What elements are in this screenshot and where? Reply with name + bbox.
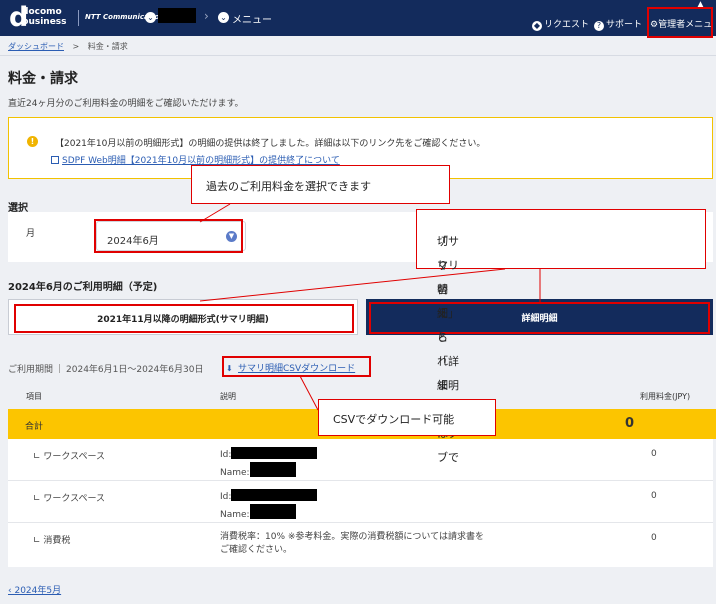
table-body: ∟ ワークスペース Id: Name: 0 ∟ ワークスペース Id: Name… [8, 439, 713, 567]
page-description: 直近24ヶ月分のご利用料金の明細をご確認いただけます。 [8, 99, 244, 109]
notice-text: 【2021年10月以前の明細形式】の明細の提供は終了しました。詳細は以下のリンク… [55, 139, 486, 149]
callout-3-text: CSVでダウンロード可能 [333, 413, 455, 426]
row-item-label: ワークスペース [43, 494, 106, 504]
callout-2-line-2: 切り替えられます。 [437, 235, 458, 416]
header-amount: 利用料金(JPY) [640, 392, 691, 401]
tax-note-line-1: 消費税率：10% ※参考料金。実際の消費税額については請求書を [220, 532, 484, 542]
name-label: Name: [220, 468, 250, 478]
chevron-down-icon[interactable]: ⌄ [218, 12, 229, 23]
table-row: ∟ 消費税 消費税率：10% ※参考料金。実際の消費税額については請求書を ご確… [8, 523, 713, 567]
support-label: サポート [606, 20, 643, 30]
row-item-label: 消費税 [43, 536, 71, 546]
chevron-right-icon: › [204, 9, 209, 23]
tag-icon: ◆ [532, 21, 542, 31]
total-amount: 0 [625, 416, 635, 431]
breadcrumb: ダッシュボード > 料金・請求 [8, 41, 128, 52]
header-description: 説明 [220, 392, 236, 401]
csv-download-highlight [222, 356, 371, 377]
prev-month-link[interactable]: ‹ 2024年5月 [8, 583, 61, 596]
logo-divider [78, 10, 79, 26]
month-label: 月 [26, 229, 36, 239]
chevron-down-icon[interactable]: ⌄ [145, 12, 156, 23]
breadcrumb-current: 料金・請求 [87, 42, 128, 51]
menu-link[interactable]: メニュー [232, 11, 272, 26]
header-item: 項目 [26, 392, 42, 401]
tab-detail-highlight [369, 302, 710, 334]
period-value: 2024年6月1日〜2024年6月30日 [66, 365, 204, 375]
name-label: Name: [220, 510, 250, 520]
external-link-icon [51, 156, 59, 164]
logo-line-1: docomo [22, 7, 62, 17]
table-row: ∟ ワークスペース Id: Name: 0 [8, 481, 713, 523]
period-label: ご利用期間 [8, 365, 54, 375]
redacted-id [231, 447, 318, 459]
row-item-name: ∟ ワークスペース [33, 494, 106, 504]
page-title: 料金・請求 [8, 71, 78, 87]
request-link[interactable]: ◆ リクエスト [532, 17, 589, 31]
help-icon: ? [594, 21, 604, 31]
redacted-name [249, 462, 296, 477]
row-item-label: ワークスペース [43, 452, 106, 462]
prev-month-label: 2024年5月 [14, 586, 62, 596]
row-value: 0 [651, 449, 657, 459]
row-description: 消費税率：10% ※参考料金。実際の消費税額については請求書を ご確認ください。 [220, 531, 484, 557]
month-select-highlight [94, 219, 243, 253]
tab-summary-highlight [14, 304, 354, 333]
breadcrumb-dashboard[interactable]: ダッシュボード [8, 42, 64, 51]
row-value: 0 [651, 533, 657, 543]
usage-title: 2024年6月のご利用明細（予定) [8, 282, 158, 293]
row-description: Id: Name: [220, 447, 318, 480]
top-navigation-bar: d docomo business NTT Communications ⌄ ›… [0, 0, 716, 43]
redacted-name [249, 504, 296, 519]
request-label: リクエスト [544, 20, 590, 30]
callout-tabs: 「サマリ明細」と「詳細明細」はタブで切り替えられます。 [416, 209, 706, 464]
period-divider [59, 364, 61, 373]
warning-icon: ! [27, 136, 38, 147]
callout-2-connector-left [199, 268, 506, 302]
row-item-name: ∟ ワークスペース [33, 452, 106, 462]
redacted-id [231, 489, 318, 501]
row-value: 0 [651, 491, 657, 501]
tax-note-line-2: ご確認ください。 [220, 545, 293, 555]
callout-1-text: 過去のご利用料金を選択できます [206, 180, 371, 193]
logo-line-2: business [22, 17, 67, 27]
table-row: ∟ ワークスペース Id: Name: 0 [8, 439, 713, 481]
row-description: Id: Name: [220, 489, 318, 522]
support-link[interactable]: ? サポート [594, 17, 642, 31]
callout-month-select: 過去のご利用料金を選択できます [191, 165, 450, 204]
id-label: Id: [220, 492, 232, 502]
usage-period: ご利用期間 2024年6月1日〜2024年6月30日 [8, 362, 203, 375]
breadcrumb-separator: > [72, 42, 80, 51]
docomo-business-logo[interactable]: docomo business [22, 7, 67, 27]
admin-menu-highlight [647, 7, 713, 38]
callout-csv: CSVでダウンロード可能 [318, 399, 496, 436]
id-label: Id: [220, 450, 232, 460]
row-item-name: ∟ 消費税 [33, 536, 71, 546]
total-label: 合計 [25, 422, 44, 432]
breadcrumb-divider [0, 55, 716, 56]
redacted-tenant-name[interactable] [158, 8, 196, 23]
